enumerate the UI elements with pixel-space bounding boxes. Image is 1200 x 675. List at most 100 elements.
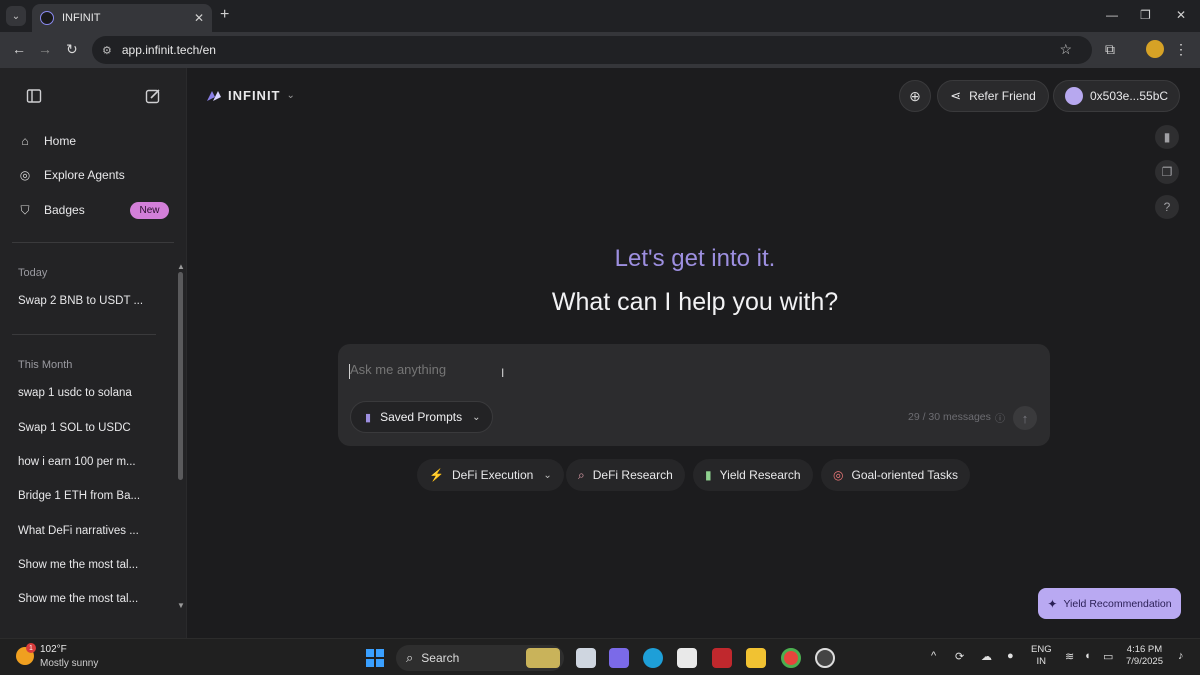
back-icon[interactable]: ←	[12, 41, 26, 57]
history-item[interactable]: What DeFi narratives ...	[18, 525, 158, 537]
chevron-down-icon: ⌄	[286, 90, 295, 101]
saved-prompts-label: Saved Prompts	[380, 410, 463, 424]
target-icon: ◎	[833, 468, 844, 482]
history-item[interactable]: how i earn 100 per m...	[18, 456, 158, 468]
weather-badge: 1	[26, 643, 36, 653]
cloud-icon[interactable]: ☁	[981, 650, 992, 663]
address-bar[interactable]: ⚙ app.infinit.tech/en ☆	[92, 36, 1092, 64]
search-highlight-icon	[526, 648, 560, 668]
new-chat-icon[interactable]	[145, 88, 161, 104]
browser-tab-bar: ⌄ INFINIT ✕ + — ❐ ✕	[0, 0, 1200, 32]
history-item[interactable]: swap 1 usdc to solana	[18, 387, 158, 399]
close-window-icon[interactable]: ✕	[1176, 8, 1186, 22]
history-item[interactable]: Swap 1 SOL to USDC	[18, 422, 158, 434]
clock-time: 4:16 PM	[1126, 644, 1163, 655]
new-badge: New	[130, 202, 169, 219]
sidebar-item-home[interactable]: ⌂ Home	[18, 134, 76, 148]
history-item[interactable]: Swap 2 BNB to USDT ...	[18, 295, 158, 307]
chip-goal-oriented-tasks[interactable]: ◎ Goal-oriented Tasks	[821, 459, 970, 491]
sync-icon[interactable]: ⟳	[955, 650, 964, 663]
history-item[interactable]: Show me the most tal...	[18, 559, 158, 571]
chip-yield-research[interactable]: ▮ Yield Research	[693, 459, 813, 491]
close-tab-icon[interactable]: ✕	[194, 11, 204, 25]
bolt-icon: ⚡	[429, 468, 444, 482]
taskbar-search[interactable]: ⌕ Search	[396, 645, 564, 671]
home-icon: ⌂	[21, 134, 29, 148]
send-button[interactable]: ↑	[1013, 406, 1037, 430]
scroll-down-icon[interactable]: ▼	[177, 601, 185, 610]
chip-defi-research[interactable]: ⌕ DeFi Research	[566, 459, 685, 491]
sparkle-icon: ✦	[1047, 596, 1058, 611]
infinit-favicon-icon	[40, 11, 54, 25]
chip-label: DeFi Execution	[451, 468, 534, 482]
chip-label: Yield Research	[719, 468, 801, 482]
copy-icon[interactable]: ❐	[1155, 160, 1179, 184]
reload-icon[interactable]: ↻	[66, 41, 78, 58]
sidebar-scrollbar[interactable]	[178, 272, 183, 480]
microphone-icon[interactable]: ●	[1007, 650, 1014, 662]
clock-date: 7/9/2025	[1126, 656, 1163, 667]
sidebar-divider	[12, 334, 156, 335]
task-view-icon[interactable]	[576, 648, 596, 668]
wallet-avatar-icon	[1064, 87, 1083, 105]
taskbar-search-label: Search	[421, 651, 460, 665]
forward-icon[interactable]: →	[38, 41, 52, 57]
history-item[interactable]: Bridge 1 ETH from Ba...	[18, 490, 158, 502]
extensions-icon[interactable]: ⧉	[1105, 41, 1115, 58]
chat-input[interactable]	[350, 362, 950, 377]
help-icon[interactable]: ?	[1155, 195, 1179, 219]
infinit-logo-icon	[207, 90, 221, 101]
windows-start-icon[interactable]	[366, 649, 384, 667]
url-text: app.infinit.tech/en	[121, 43, 216, 57]
arrow-up-icon: ↑	[1021, 410, 1029, 426]
chip-label: DeFi Research	[592, 468, 673, 482]
browser-tab[interactable]: INFINIT ✕	[32, 4, 212, 32]
restore-icon[interactable]: ❐	[1140, 8, 1151, 22]
edge-icon[interactable]	[643, 648, 663, 668]
site-info-icon[interactable]: ⚙	[102, 44, 112, 57]
sidebar-item-badges[interactable]: ⛉ Badges	[18, 202, 84, 218]
language-indicator[interactable]: ENG IN	[1031, 644, 1052, 668]
browser-toolbar: ← → ↻ ⚙ app.infinit.tech/en ☆ ⧉ ⋮	[0, 32, 1200, 68]
message-count: 29 / 30 messages	[908, 411, 991, 423]
notification-bell-icon[interactable]: ♪	[1178, 650, 1184, 662]
language-button[interactable]: ⊕	[899, 80, 931, 112]
app-icon[interactable]	[815, 648, 835, 668]
bookmark-icon[interactable]: ▮	[1155, 125, 1179, 149]
tab-search-button[interactable]: ⌄	[6, 6, 26, 26]
weather-description: Mostly sunny	[40, 658, 99, 669]
battery-icon[interactable]: ▭	[1103, 650, 1113, 663]
refer-friend-button[interactable]: ⋖ Refer Friend	[937, 80, 1049, 112]
mcafee-icon[interactable]	[712, 648, 732, 668]
bookmark-icon: ▮	[365, 411, 372, 424]
store-icon[interactable]	[677, 648, 697, 668]
show-hidden-icons[interactable]: ^	[931, 650, 936, 662]
scroll-up-icon[interactable]: ▲	[177, 262, 185, 271]
chrome-icon[interactable]	[781, 648, 801, 668]
taskbar-clock[interactable]: 4:16 PM 7/9/2025	[1126, 644, 1163, 668]
file-explorer-icon[interactable]	[746, 648, 766, 668]
text-caret	[349, 364, 350, 379]
minimize-icon[interactable]: —	[1106, 8, 1118, 22]
sidebar-toggle-icon[interactable]	[26, 88, 42, 104]
info-icon[interactable]: ⓘ	[995, 410, 1005, 425]
wallet-button[interactable]: 0x503e...55bC	[1053, 80, 1180, 112]
section-today: Today	[18, 267, 48, 279]
refer-friend-label: Refer Friend	[969, 89, 1036, 103]
volume-icon[interactable]: ◖	[1084, 650, 1091, 662]
browser-menu-icon[interactable]: ⋮	[1174, 41, 1188, 58]
chip-label: Goal-oriented Tasks	[851, 468, 958, 482]
saved-prompts-button[interactable]: ▮ Saved Prompts ⌄	[350, 401, 493, 433]
section-this-month: This Month	[18, 359, 73, 371]
shield-icon: ⛉	[20, 202, 30, 217]
chip-defi-execution[interactable]: ⚡ DeFi Execution ⌄	[417, 459, 564, 491]
copilot-icon[interactable]	[609, 648, 629, 668]
sidebar-item-explore-agents[interactable]: ◎ Explore Agents	[18, 168, 125, 182]
wifi-icon[interactable]: ≋	[1065, 650, 1074, 663]
yield-recommendation-button[interactable]: ✦ Yield Recommendation	[1038, 588, 1181, 619]
brand-switcher[interactable]: INFINIT ⌄	[206, 88, 295, 103]
history-item[interactable]: Show me the most tal...	[18, 593, 158, 605]
bookmark-star-icon[interactable]: ☆	[1059, 41, 1072, 58]
profile-avatar[interactable]	[1146, 40, 1164, 58]
new-tab-button[interactable]: +	[220, 6, 229, 24]
